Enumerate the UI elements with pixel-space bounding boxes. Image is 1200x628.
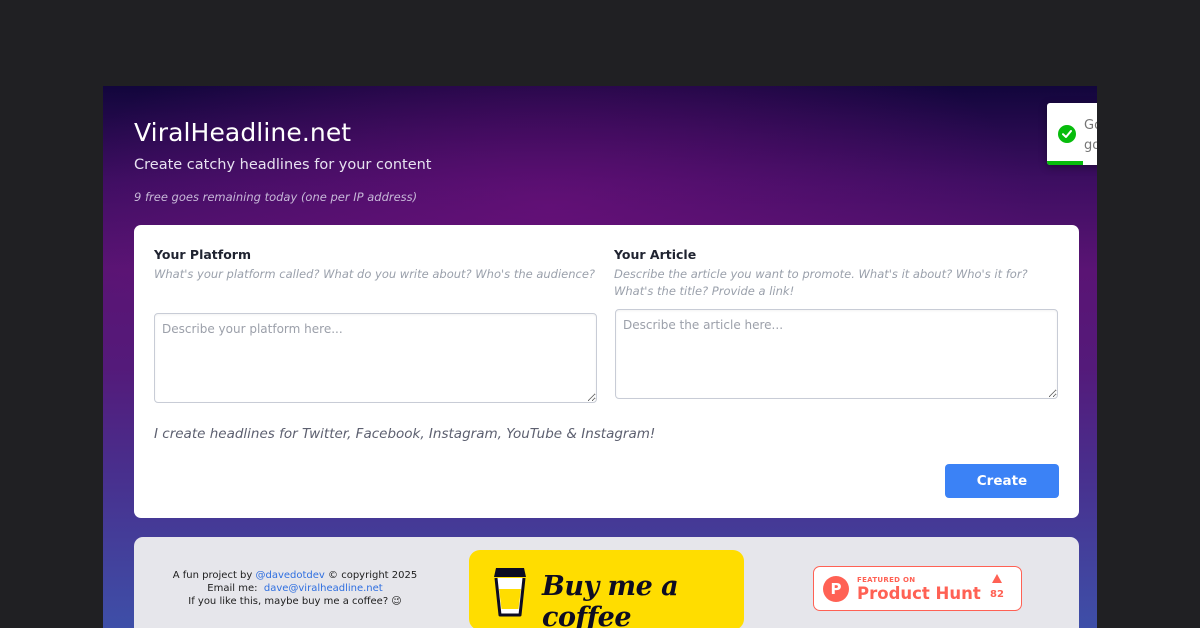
ph-name-text: Product Hunt	[857, 584, 981, 603]
coffee-line: If you like this, maybe buy me a coffee?…	[188, 596, 402, 607]
coffee-cup-icon	[494, 568, 526, 617]
platform-label: Your Platform	[154, 247, 251, 262]
toast-progress-bar	[1047, 161, 1084, 165]
upvote-arrow-icon	[992, 574, 1002, 583]
credit-prefix: A fun project by	[172, 570, 256, 581]
product-hunt-badge[interactable]: P FEATURED ON Product Hunt 82	[813, 566, 1022, 611]
toast-message: Go go	[1084, 118, 1097, 153]
article-help-text: Describe the article you want to promote…	[614, 267, 1028, 298]
remaining-goes-text: 9 free goes remaining today (one per IP …	[134, 190, 418, 204]
email-prefix: Email me:	[207, 583, 261, 594]
app-window: ViralHeadline.net Create catchy headline…	[103, 86, 1097, 628]
article-textarea[interactable]	[615, 309, 1058, 399]
platform-help-text: What's your platform called? What do you…	[154, 267, 596, 281]
ph-vote-count: 82	[990, 589, 1004, 600]
site-title: ViralHeadline.net	[134, 118, 352, 147]
site-subtitle: Create catchy headlines for your content	[134, 157, 432, 173]
ph-featured-text: FEATURED ON	[857, 576, 916, 584]
email-line: Email me: dave@viralheadline.net	[164, 582, 426, 595]
check-circle-icon	[1058, 125, 1076, 143]
success-toast[interactable]: Go go	[1047, 103, 1097, 165]
bmc-label: Buy me a coffee	[542, 571, 679, 628]
email-link[interactable]: dave@viralheadline.net	[264, 583, 383, 594]
platform-section: Your Platform What's your platform calle…	[154, 247, 598, 283]
article-section: Your Article Describe the article you wa…	[614, 247, 1058, 300]
product-hunt-logo-icon: P	[823, 576, 849, 602]
article-label: Your Article	[614, 247, 697, 262]
headline-form-card: Your Platform What's your platform calle…	[134, 225, 1079, 518]
footer: A fun project by @davedotdev © copyright…	[134, 537, 1079, 628]
copyright-text: © copyright 2025	[324, 570, 418, 581]
credit-line: A fun project by @davedotdev © copyright…	[164, 569, 426, 582]
create-button[interactable]: Create	[945, 464, 1059, 498]
credits-block: A fun project by @davedotdev © copyright…	[164, 569, 426, 608]
author-link[interactable]: @davedotdev	[256, 570, 325, 581]
buy-me-a-coffee-button[interactable]: Buy me a coffee	[469, 550, 744, 628]
supported-platforms-note: I create headlines for Twitter, Facebook…	[154, 426, 656, 442]
platform-textarea[interactable]	[154, 313, 597, 403]
